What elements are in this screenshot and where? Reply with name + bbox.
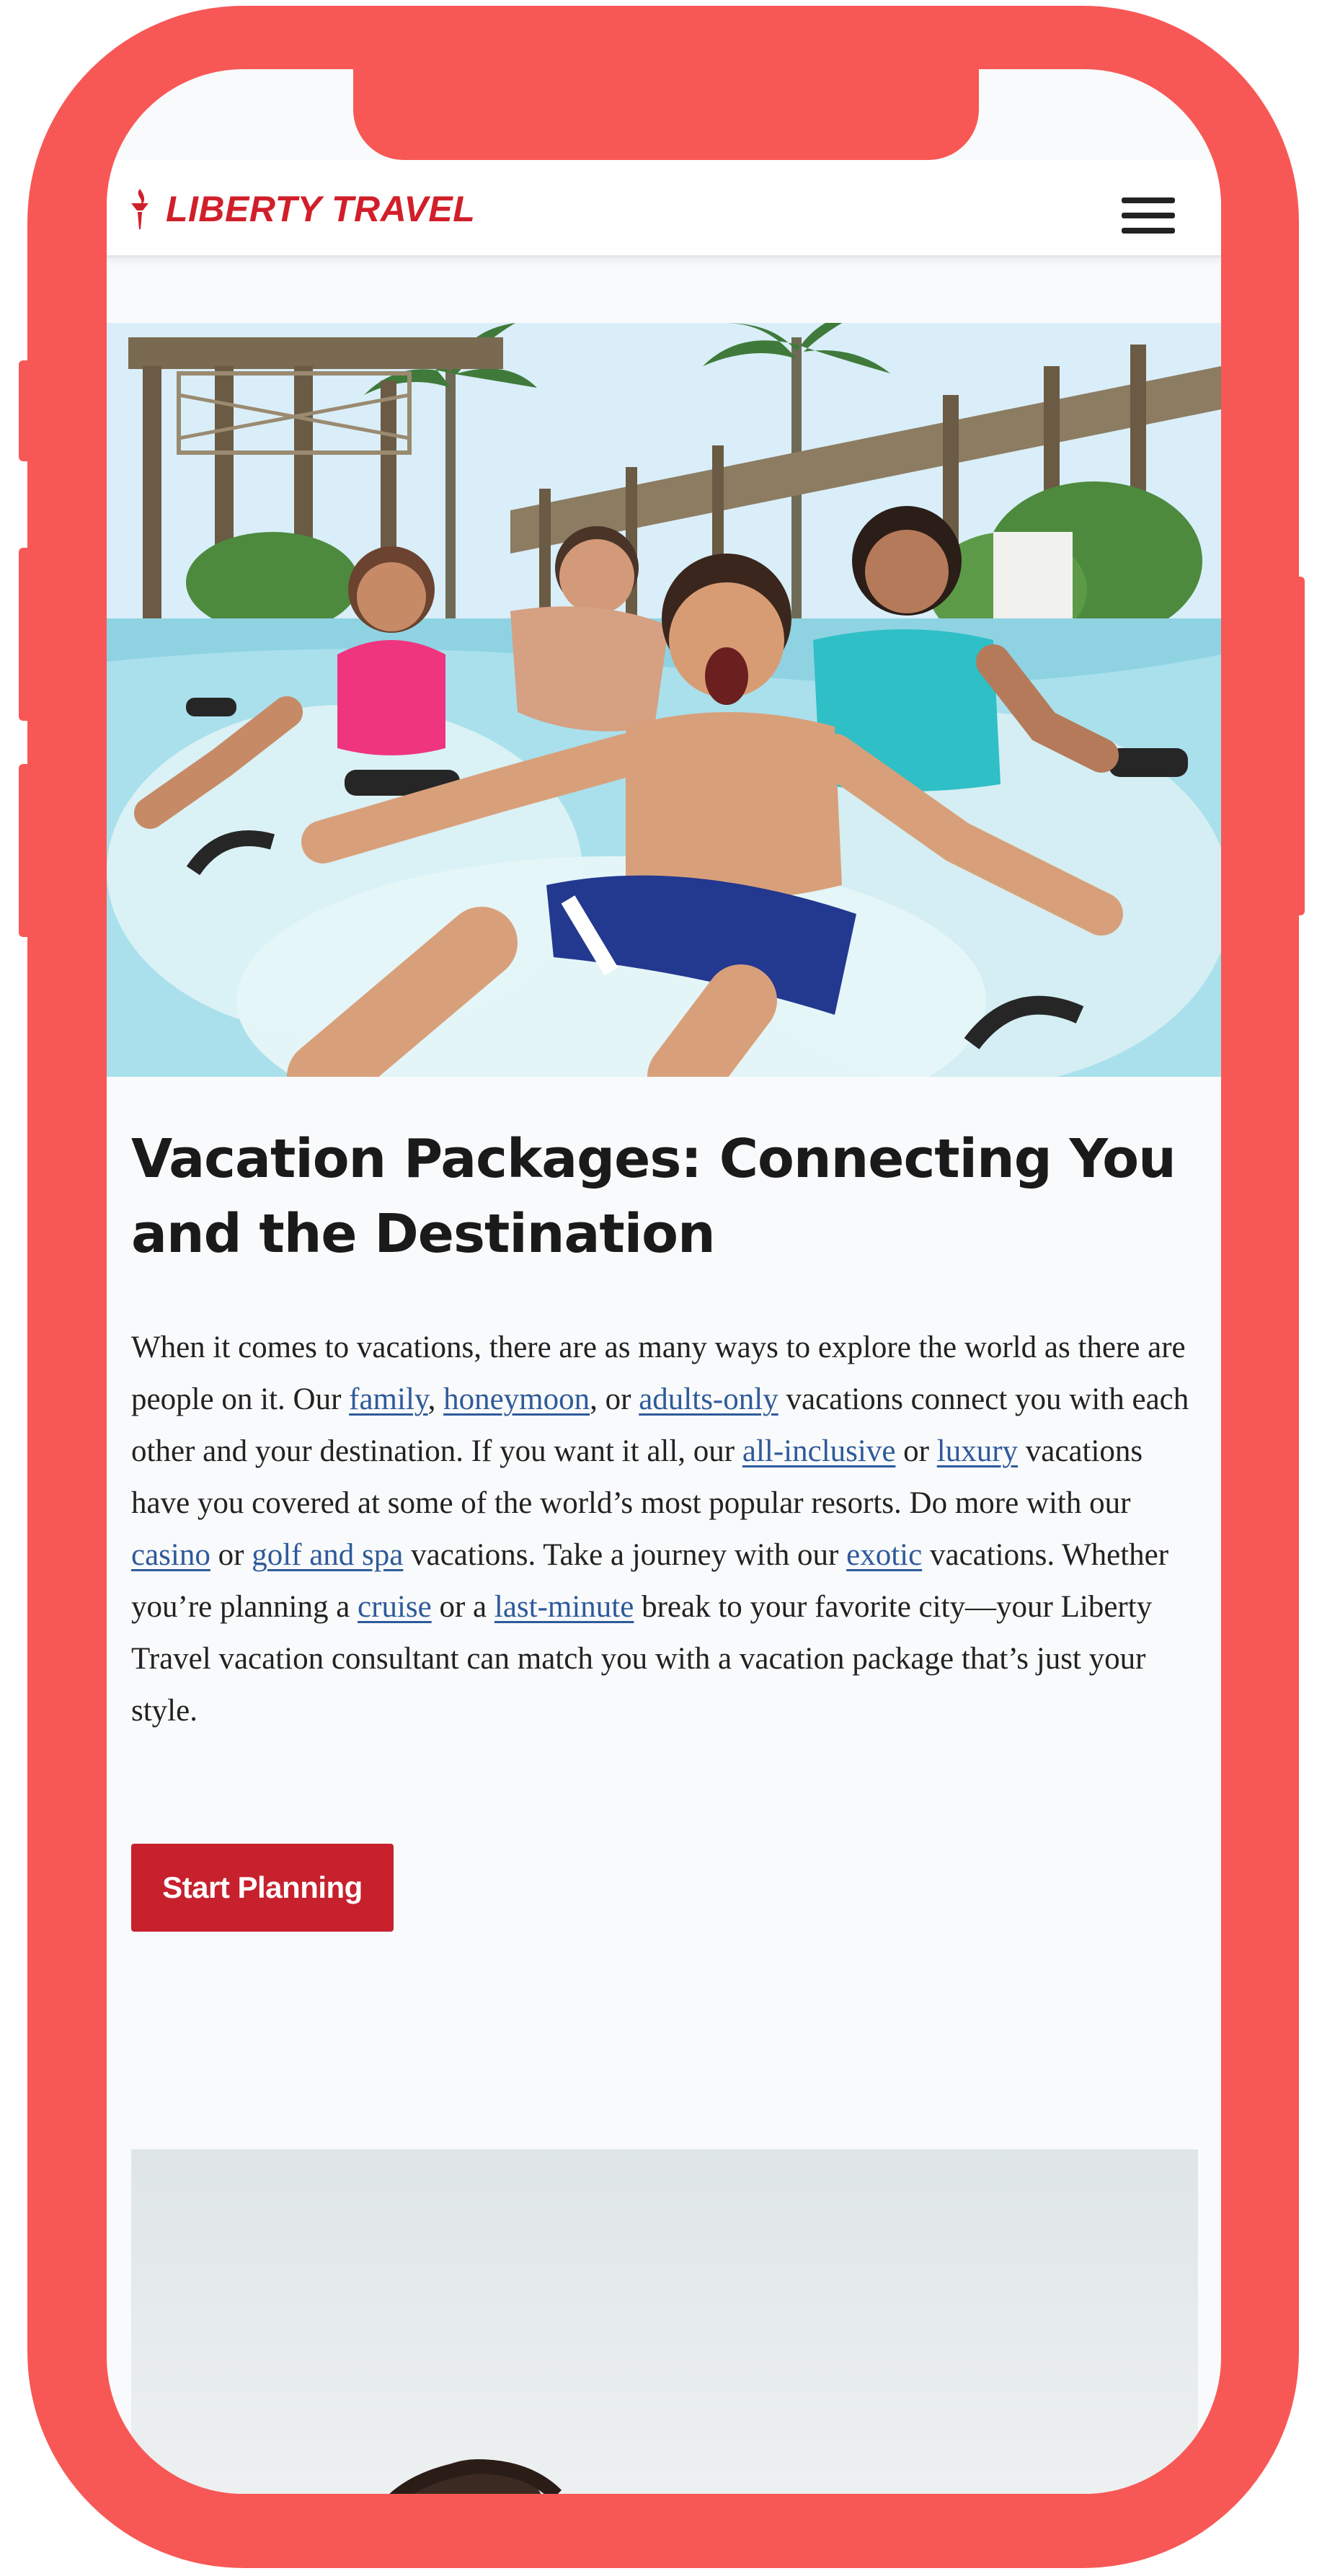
start-planning-button[interactable]: Start Planning — [131, 1844, 394, 1932]
phone-screen: LIBERTY TRAVEL Vacation Packages: Connec… — [107, 69, 1221, 2494]
intro-paragraph: When it comes to vacations, there are as… — [131, 1322, 1198, 1737]
hero-image — [107, 323, 1221, 1077]
site-header: LIBERTY TRAVEL — [107, 160, 1221, 258]
link-all-inclusive[interactable]: all-inclusive — [742, 1434, 896, 1468]
link-adults-only[interactable]: adults-only — [639, 1382, 778, 1416]
brand-logo[interactable]: LIBERTY TRAVEL — [127, 187, 475, 231]
body-text-segment: vacations. Take a journey with our — [403, 1538, 847, 1572]
body-text-segment: or a — [431, 1590, 494, 1624]
link-golf-and-spa[interactable]: golf and spa — [252, 1538, 403, 1572]
link-luxury[interactable]: luxury — [937, 1434, 1018, 1468]
link-last-minute[interactable]: last-minute — [494, 1590, 634, 1624]
brand-name: LIBERTY TRAVEL — [166, 189, 476, 229]
body-text-segment: , — [427, 1382, 444, 1416]
link-exotic[interactable]: exotic — [846, 1538, 922, 1572]
family-water-park-photo — [107, 323, 1221, 1077]
body-text-segment: or — [895, 1434, 937, 1468]
beach-photo — [131, 2149, 1198, 2494]
secondary-image — [131, 2149, 1198, 2494]
page-title: Vacation Packages: Connecting You and th… — [131, 1128, 1176, 1265]
link-casino[interactable]: casino — [131, 1538, 210, 1572]
body-text-segment: , or — [590, 1382, 639, 1416]
main-content: Vacation Packages: Connecting You and th… — [131, 1122, 1198, 1932]
torch-icon — [131, 189, 148, 229]
phone-notch — [353, 69, 979, 160]
link-family[interactable]: family — [349, 1382, 427, 1416]
body-text-segment: or — [210, 1538, 252, 1572]
hamburger-menu-icon[interactable] — [1122, 197, 1175, 234]
link-cruise[interactable]: cruise — [358, 1590, 432, 1624]
link-honeymoon[interactable]: honeymoon — [443, 1382, 590, 1416]
